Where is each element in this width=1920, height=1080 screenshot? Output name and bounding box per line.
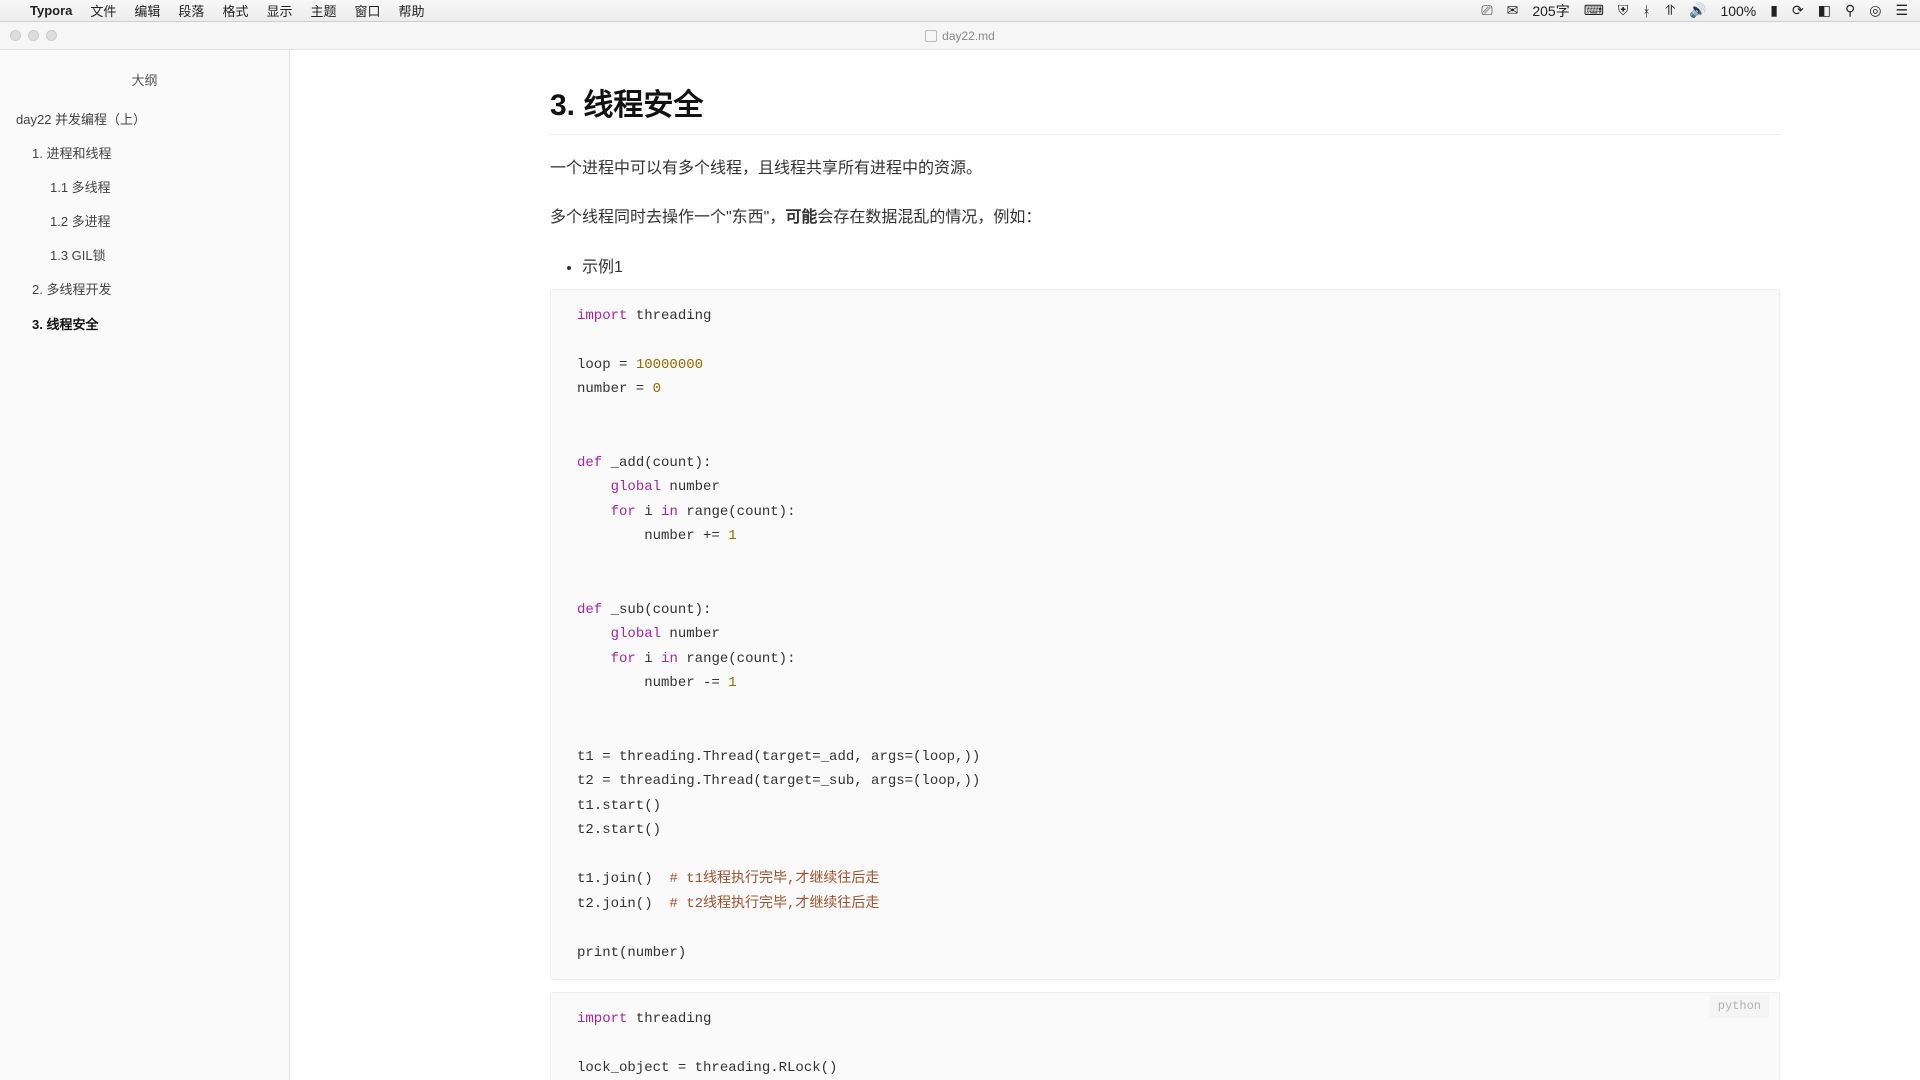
code-block-2[interactable]: python import threading lock_object = thr… [550, 992, 1780, 1080]
file-icon [925, 30, 937, 42]
txt-t1start: t1.start() [577, 798, 661, 814]
kw-global: global [611, 479, 661, 495]
lang-tag: python [1710, 995, 1769, 1018]
cm-t1: # t1线程执行完毕,才继续往后走 [669, 871, 879, 887]
menu-theme[interactable]: 主题 [310, 1, 336, 20]
txt-threading2: threading [627, 1011, 711, 1027]
kw-global2: global [611, 626, 661, 642]
window-titlebar: day22.md [0, 22, 1920, 50]
shield-icon[interactable]: ⛨ [1618, 2, 1629, 19]
outline-sidebar: 大纲 day22 并发编程（上） 1. 进程和线程 1.1 多线程 1.2 多进… [0, 50, 290, 1080]
battery-text[interactable]: 100% [1720, 3, 1756, 19]
menu-paragraph[interactable]: 段落 [178, 1, 204, 20]
num-loop: 10000000 [636, 357, 703, 373]
input-icon[interactable]: ⌨ [1584, 2, 1604, 19]
txt-range2: range(count): [678, 651, 796, 667]
minimize-window-icon[interactable] [28, 30, 39, 41]
word-count[interactable]: 205字 [1532, 1, 1569, 21]
outline-item-1-2[interactable]: 1.2 多进程 [0, 205, 289, 239]
menu-format[interactable]: 格式 [222, 1, 248, 20]
txt-number: number = [577, 381, 653, 397]
txt-add: _add(count): [602, 455, 711, 471]
para2-a: 多个线程同时去操作一个"东西"， [550, 209, 785, 226]
txt-i2: i [636, 651, 661, 667]
kw-in: in [661, 504, 678, 520]
para2-bold: 可能 [785, 209, 817, 226]
wechat-icon[interactable]: ✉ [1507, 2, 1519, 19]
para2-b: 会存在数据混乱的情况，例如： [817, 209, 1041, 226]
paragraph-2[interactable]: 多个线程同时去操作一个"东西"，可能会存在数据混乱的情况，例如： [550, 204, 1780, 233]
screencast-icon[interactable]: ⎚ [1481, 2, 1492, 19]
num-zero: 0 [653, 381, 661, 397]
kw-import2: import [577, 1011, 627, 1027]
txt-t1: t1 = threading.Thread(target=_add, args=… [577, 749, 980, 765]
code-block-1[interactable]: import threading loop = 10000000 number … [550, 289, 1780, 981]
menu-help[interactable]: 帮助 [399, 1, 425, 20]
outline-item-3[interactable]: 3. 线程安全 [0, 308, 289, 342]
txt-sub: _sub(count): [602, 602, 711, 618]
num-one2: 1 [728, 675, 736, 691]
menu-edit[interactable]: 编辑 [134, 1, 160, 20]
outline-item-1-1[interactable]: 1.1 多线程 [0, 171, 289, 205]
txt-number-id: number [661, 479, 720, 495]
txt-t2start: t2.start() [577, 822, 661, 838]
txt-inc: number += [577, 528, 728, 544]
spotlight-icon[interactable]: ⚲ [1845, 2, 1855, 19]
macos-menubar: Typora 文件 编辑 段落 格式 显示 主题 窗口 帮助 ⎚ ✉ 205字 … [0, 0, 1920, 22]
txt-loop: loop = [577, 357, 636, 373]
kw-for2: for [611, 651, 636, 667]
txt-lock: lock_object = threading.RLock() [577, 1060, 837, 1076]
control-center-icon[interactable]: ☰ [1895, 2, 1908, 19]
txt-number-id2: number [661, 626, 720, 642]
file-title: day22.md [942, 29, 995, 43]
txt-range: range(count): [678, 504, 796, 520]
kw-import: import [577, 308, 627, 324]
volume-icon[interactable]: 🔊 [1689, 2, 1706, 19]
maximize-window-icon[interactable] [46, 30, 57, 41]
txt-print: print(number) [577, 945, 686, 961]
menu-file[interactable]: 文件 [90, 1, 116, 20]
cm-t2: # t2线程执行完毕,才继续往后走 [669, 896, 879, 912]
battery-icon[interactable]: ▮ [1770, 2, 1778, 19]
outline-item-1-3[interactable]: 1.3 GIL锁 [0, 239, 289, 273]
app-icon[interactable]: ◧ [1818, 2, 1831, 19]
outline-item-1[interactable]: 1. 进程和线程 [0, 137, 289, 171]
traffic-lights[interactable] [10, 30, 57, 41]
txt-i: i [636, 504, 661, 520]
txt-t2join: t2.join() [577, 896, 669, 912]
txt-dec: number -= [577, 675, 728, 691]
txt-threading: threading [627, 308, 711, 324]
kw-def2: def [577, 602, 602, 618]
kw-for: for [611, 504, 636, 520]
txt-t2: t2 = threading.Thread(target=_sub, args=… [577, 773, 980, 789]
menu-view[interactable]: 显示 [266, 1, 292, 20]
paragraph-1[interactable]: 一个进程中可以有多个线程，且线程共享所有进程中的资源。 [550, 155, 1780, 184]
sync-icon[interactable]: ⟳ [1792, 2, 1804, 19]
heading[interactable]: 3. 线程安全 [550, 80, 1780, 135]
outline-item-root[interactable]: day22 并发编程（上） [0, 103, 289, 137]
kw-def: def [577, 455, 602, 471]
kw-in2: in [661, 651, 678, 667]
editor-area[interactable]: 3. 线程安全 一个进程中可以有多个线程，且线程共享所有进程中的资源。 多个线程… [290, 50, 1920, 1080]
siri-icon[interactable]: ◎ [1869, 2, 1881, 19]
sidebar-header: 大纲 [0, 60, 289, 103]
num-one: 1 [728, 528, 736, 544]
bullet-example1[interactable]: 示例1 [582, 253, 1780, 277]
outline-item-2[interactable]: 2. 多线程开发 [0, 273, 289, 307]
bullet-list: 示例1 [550, 253, 1780, 277]
app-name[interactable]: Typora [30, 3, 72, 18]
close-window-icon[interactable] [10, 30, 21, 41]
menu-window[interactable]: 窗口 [354, 1, 380, 20]
txt-t1join: t1.join() [577, 871, 669, 887]
wifi-icon[interactable]: ⥣ [1665, 2, 1675, 19]
bluetooth-icon[interactable]: ᚼ [1642, 3, 1650, 19]
